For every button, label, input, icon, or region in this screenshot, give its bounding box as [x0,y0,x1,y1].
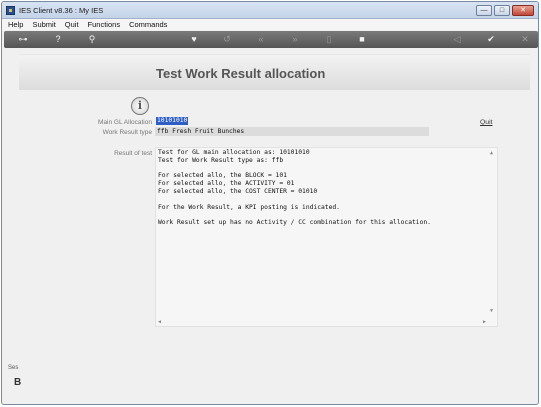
cancel-icon[interactable]: ✕ [519,34,531,45]
minimize-button[interactable]: — [476,5,492,16]
menu-commands[interactable]: Commands [129,20,167,29]
work-result-type-label: Work Result type [102,129,152,136]
scroll-up-icon[interactable]: ▲ [490,150,493,156]
close-button[interactable]: ✕ [512,5,534,16]
session-tab[interactable]: Ses [8,365,18,371]
fast-forward-icon[interactable]: » [289,34,301,45]
scroll-left-icon[interactable]: ◀ [158,319,161,325]
main-panel: Test Work Result allocation i Main GL Al… [19,54,530,354]
refresh-icon[interactable]: ↺ [221,34,233,45]
result-line: For selected allo, the BLOCK = 101 [158,172,287,179]
page-header: Test Work Result allocation [19,54,530,90]
toolbar: ⊶ ? ⚲ ♥ ↺ « » ▯ ■ ◁ ✔ ✕ [4,31,538,48]
app-logo-icon [6,6,15,15]
maximize-button[interactable]: □ [494,5,510,16]
menu-functions[interactable]: Functions [88,20,121,29]
result-line: Test for Work Result type as: ffb [158,157,284,164]
work-result-type-field[interactable]: ffb Fresh Fruit Bunches [155,127,429,136]
window-title: IES Client v8.36 : My IES [19,6,104,15]
key-icon[interactable]: ⊶ [12,34,34,45]
menu-submit[interactable]: Submit [32,20,55,29]
back-icon[interactable]: ◁ [451,34,463,45]
gl-allocation-field[interactable]: 10101010 [156,117,189,125]
result-line: Work Result set up has no Activity / CC … [158,219,431,226]
gl-allocation-label: Main GL Allocation [98,119,152,126]
menu-quit[interactable]: Quit [65,20,79,29]
result-line: Test for GL main allocation as: 10101010 [158,149,310,156]
vertical-scrollbar[interactable]: ▲ ▼ [488,148,497,326]
ok-icon[interactable]: ✔ [485,34,497,45]
result-line: For selected allo, the ACTIVITY = 01 [158,180,295,187]
app-window: IES Client v8.36 : My IES — □ ✕ Help Sub… [1,1,539,405]
search-icon[interactable]: ⚲ [86,34,98,45]
clipboard-icon[interactable]: ▯ [323,34,335,45]
scroll-down-icon[interactable]: ▼ [490,308,493,314]
menu-bar: Help Submit Quit Functions Commands [2,19,538,30]
side-panel-glyph: B [14,377,22,388]
info-icon: i [131,97,149,115]
quit-link[interactable]: Quit [480,119,492,126]
result-line: For the Work Result, a KPI posting is in… [158,204,340,211]
title-bar[interactable]: IES Client v8.36 : My IES — □ ✕ [2,2,538,19]
result-line: For selected allo, the COST CENTER = 010… [158,188,318,195]
rewind-icon[interactable]: « [255,34,267,45]
menu-help[interactable]: Help [8,20,23,29]
scroll-right-icon[interactable]: ▶ [483,319,486,325]
help-icon[interactable]: ? [52,34,64,45]
favorite-heart-icon[interactable]: ♥ [188,34,200,45]
result-textarea[interactable]: Test for GL main allocation as: 10101010… [155,147,498,327]
stop-icon[interactable]: ■ [356,34,368,45]
page-title: Test Work Result allocation [156,66,326,81]
horizontal-scrollbar[interactable]: ◀ ▶ [156,317,488,326]
result-of-test-label: Result of test [114,150,152,157]
